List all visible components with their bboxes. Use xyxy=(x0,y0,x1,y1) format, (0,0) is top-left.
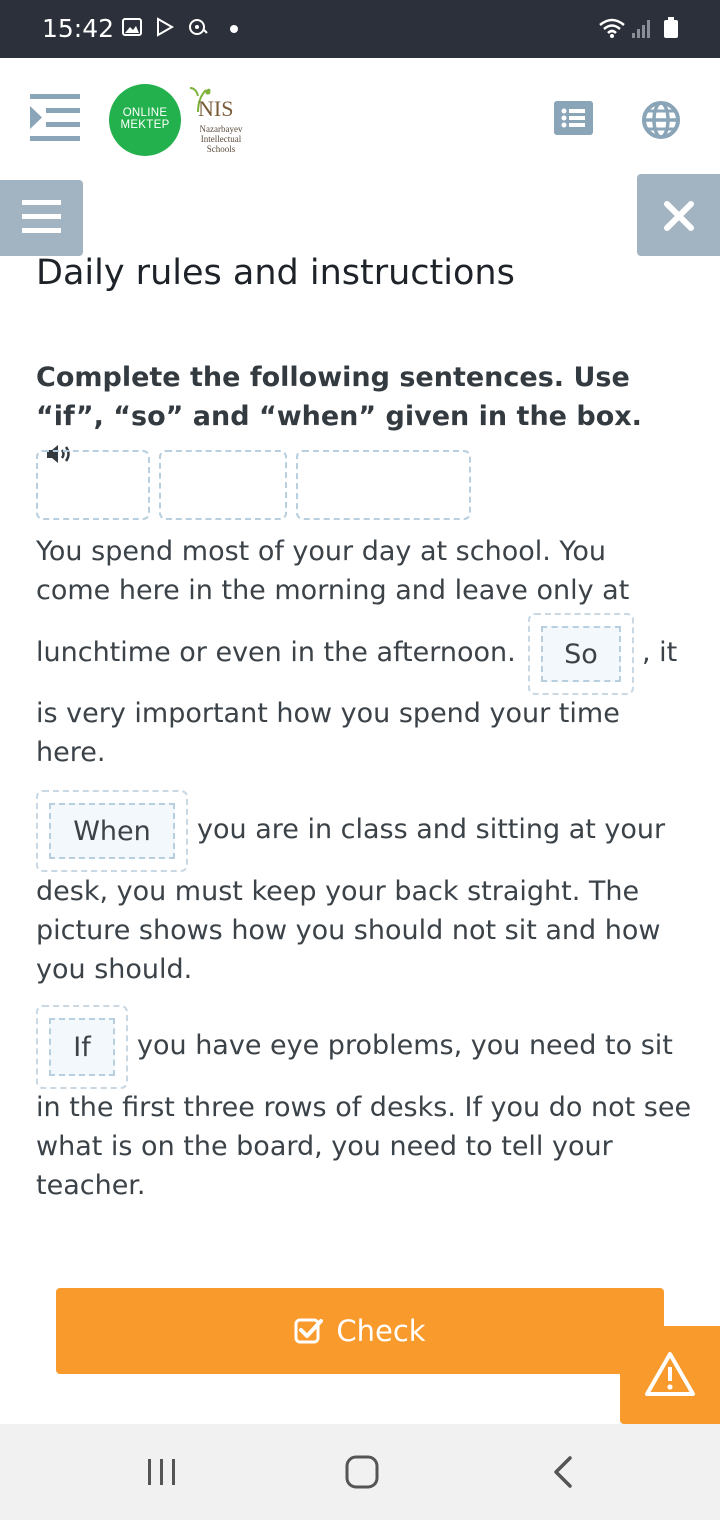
warning-icon xyxy=(645,1352,695,1396)
paragraph-line: you are in class and sitting at your xyxy=(197,814,666,845)
nis-logo-text: NIS xyxy=(198,96,234,121)
word-bank-slot-1[interactable] xyxy=(36,450,150,520)
menu-toggle-icon[interactable] xyxy=(30,94,82,142)
home-icon[interactable] xyxy=(342,1454,382,1490)
online-mektep-logo[interactable]: ONLINE MEKTEP xyxy=(109,84,181,156)
paragraph-line: teacher. xyxy=(36,1170,146,1201)
paragraph-line: lunchtime or even in the afternoon. xyxy=(36,637,516,668)
page-title: Daily rules and instructions xyxy=(36,253,515,293)
paragraph-line: come here in the morning and leave only … xyxy=(36,575,630,606)
paragraph-line: in the first three rows of desks. If you… xyxy=(36,1092,692,1123)
nis-logo-subtitle: Nazarbayev Intellectual Schools xyxy=(199,124,243,154)
answer-drop-zone-if[interactable]: If xyxy=(36,1005,128,1089)
answer-chip-so[interactable]: So xyxy=(541,626,621,682)
side-menu-button[interactable] xyxy=(0,180,83,256)
word-bank-slot-2[interactable] xyxy=(159,450,287,520)
check-square-icon xyxy=(294,1318,324,1344)
instruction-label: Complete the following sentences. Use “i… xyxy=(36,362,642,432)
hamburger-icon xyxy=(22,200,61,233)
status-bar: 15:42 xyxy=(0,0,720,58)
battery-icon xyxy=(664,17,678,38)
signal-icon xyxy=(632,20,650,38)
paragraph-line: you have eye problems, you need to sit xyxy=(137,1030,673,1061)
close-button[interactable] xyxy=(637,174,720,256)
paragraph-3: If you have eye problems, you need to si… xyxy=(36,1005,696,1215)
wifi-icon xyxy=(599,18,625,38)
paragraph-2: When you are in class and sitting at you… xyxy=(36,790,696,1000)
paragraph-line: picture shows how you should not sit and… xyxy=(36,915,661,946)
nis-logo: NIS Nazarbayev Intellectual Schools xyxy=(186,84,256,156)
notification-dot xyxy=(230,25,238,33)
check-button[interactable]: Check xyxy=(56,1288,664,1374)
word-bank-slot-3[interactable] xyxy=(296,450,471,520)
paragraph-line: desk, you must keep your back straight. … xyxy=(36,876,640,907)
contents-list-icon[interactable] xyxy=(554,101,593,135)
logo-line-mektep: MEKTEP xyxy=(120,119,170,131)
paragraph-line: is very important how you spend your tim… xyxy=(36,698,620,729)
answer-drop-zone-when[interactable]: When xyxy=(36,790,188,872)
paragraph-line: here. xyxy=(36,737,106,768)
system-nav-bar xyxy=(0,1424,720,1520)
play-store-icon xyxy=(157,17,175,37)
check-button-label: Check xyxy=(336,1314,426,1348)
language-globe-icon[interactable] xyxy=(641,100,681,140)
paragraph-line: you should. xyxy=(36,954,193,985)
app-header: ONLINE MEKTEP NIS Nazarbayev Intellectua… xyxy=(0,58,720,178)
paragraph-line: You spend most of your day at school. Yo… xyxy=(36,536,606,567)
status-time: 15:42 xyxy=(42,14,115,43)
answer-chip-when[interactable]: When xyxy=(49,803,175,859)
answer-chip-if[interactable]: If xyxy=(49,1018,115,1076)
logo-line-online: ONLINE xyxy=(122,107,168,119)
image-icon xyxy=(122,18,142,36)
paragraph-line: , it xyxy=(642,637,678,668)
paragraph-1: You spend most of your day at school. Yo… xyxy=(36,536,696,776)
back-icon[interactable] xyxy=(544,1454,584,1490)
close-icon xyxy=(664,201,694,231)
report-problem-button[interactable] xyxy=(620,1326,720,1424)
recent-apps-icon[interactable] xyxy=(142,1454,182,1490)
sync-icon xyxy=(189,19,208,35)
answer-drop-zone-so[interactable]: So xyxy=(528,613,634,695)
paragraph-line: what is on the board, you need to tell y… xyxy=(36,1131,613,1162)
